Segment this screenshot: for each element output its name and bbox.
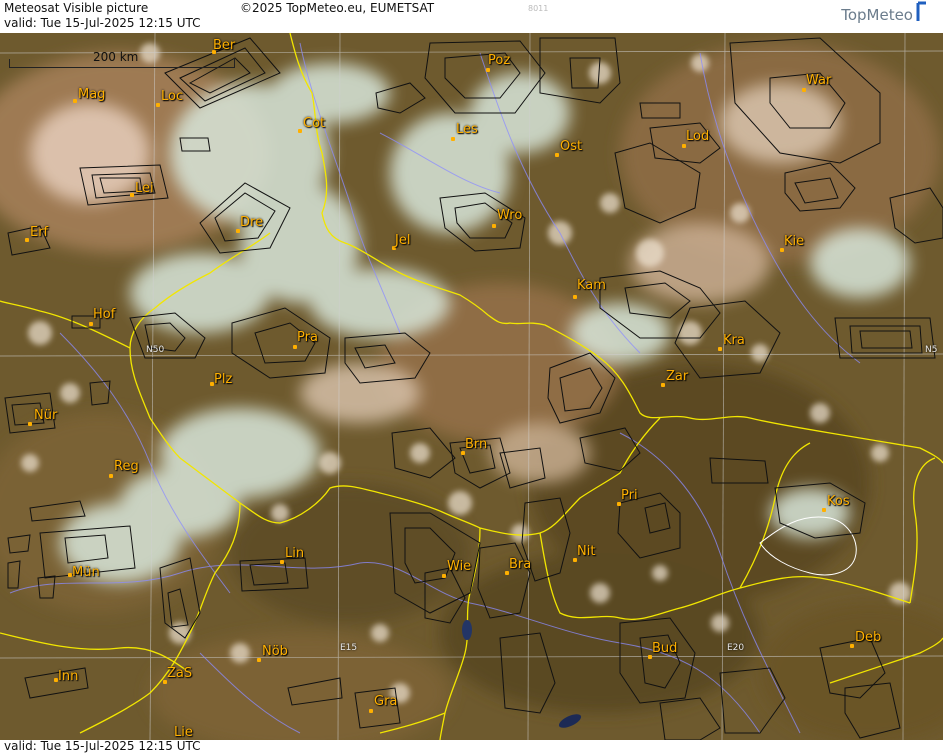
- city-label[interactable]: Lin: [285, 546, 304, 561]
- city-marker: [73, 99, 77, 103]
- valid-time: valid: Tue 15-Jul-2025 12:15 UTC: [4, 16, 201, 30]
- city-label[interactable]: Loc: [161, 89, 183, 104]
- city-label[interactable]: Kos: [827, 494, 850, 509]
- city-marker: [130, 193, 134, 197]
- city-marker: [257, 658, 261, 662]
- longitude-label: E15: [340, 643, 358, 653]
- city-label[interactable]: Kie: [784, 234, 804, 249]
- city-marker: [369, 709, 373, 713]
- city-label[interactable]: Plz: [214, 372, 232, 387]
- city-label[interactable]: Bra: [509, 557, 531, 572]
- city-label[interactable]: Lei: [135, 181, 154, 196]
- logo-mark-icon: [916, 1, 926, 21]
- city-marker: [28, 422, 32, 426]
- city-label[interactable]: Hof: [93, 307, 115, 322]
- city-marker: [109, 474, 113, 478]
- latitude-label: N5: [925, 345, 938, 355]
- scale-bar: 200 km: [9, 50, 235, 69]
- city-label[interactable]: Mag: [78, 87, 105, 102]
- city-label[interactable]: Jel: [395, 233, 410, 248]
- scale-label: 200 km: [93, 50, 139, 64]
- product-title: Meteosat Visible picture: [4, 1, 149, 15]
- image-code: 8011: [528, 4, 549, 13]
- city-label[interactable]: Gra: [374, 694, 397, 709]
- lake-neusiedl: [462, 620, 472, 640]
- footer-bar: valid: Tue 15-Jul-2025 12:15 UTC: [0, 739, 943, 754]
- city-marker: [802, 88, 806, 92]
- city-marker: [661, 383, 665, 387]
- city-marker: [555, 153, 559, 157]
- city-label[interactable]: Inn: [58, 669, 78, 684]
- city-label[interactable]: Lie: [174, 725, 193, 740]
- city-label[interactable]: Cot: [303, 116, 325, 131]
- footer-valid-time: valid: Tue 15-Jul-2025 12:15 UTC: [4, 739, 201, 753]
- city-marker: [486, 68, 490, 72]
- city-label[interactable]: Poz: [488, 53, 510, 68]
- map-viewer: 200 km Ber Poz War Mag Loc Cot Les Ost L…: [0, 0, 943, 754]
- city-label[interactable]: Kra: [723, 333, 745, 348]
- city-marker: [156, 103, 160, 107]
- city-marker: [822, 508, 826, 512]
- city-marker: [451, 137, 455, 141]
- city-label[interactable]: Wro: [497, 208, 522, 223]
- city-label[interactable]: Nit: [577, 544, 595, 559]
- city-label[interactable]: War: [806, 73, 831, 88]
- city-label[interactable]: ZaS: [167, 666, 192, 681]
- topmeteo-logo[interactable]: TopMeteo: [841, 1, 929, 24]
- city-marker: [492, 224, 496, 228]
- city-marker: [89, 322, 93, 326]
- city-label[interactable]: Les: [456, 122, 478, 137]
- city-marker: [442, 574, 446, 578]
- city-label[interactable]: Lod: [686, 129, 709, 144]
- city-marker: [850, 644, 854, 648]
- city-label[interactable]: Brn: [465, 437, 487, 452]
- city-label[interactable]: Nür: [34, 408, 57, 423]
- satellite-map[interactable]: 200 km Ber Poz War Mag Loc Cot Les Ost L…: [0, 33, 943, 740]
- header-bar: Meteosat Visible picture ©2025 TopMeteo.…: [0, 0, 943, 33]
- latitude-label: N50: [146, 345, 165, 355]
- city-label[interactable]: Mün: [72, 565, 100, 580]
- city-marker: [293, 345, 297, 349]
- copyright-text: ©2025 TopMeteo.eu, EUMETSAT: [240, 1, 435, 15]
- city-label[interactable]: Zar: [666, 369, 688, 384]
- city-marker: [573, 295, 577, 299]
- city-label[interactable]: Bud: [652, 641, 677, 656]
- longitude-label: E20: [727, 643, 745, 653]
- city-marker: [682, 144, 686, 148]
- logo-text: TopMeteo: [841, 6, 913, 24]
- city-label[interactable]: Pri: [621, 488, 638, 503]
- city-label[interactable]: Reg: [114, 459, 139, 474]
- city-marker: [298, 129, 302, 133]
- city-label[interactable]: Pra: [297, 330, 318, 345]
- city-label[interactable]: Deb: [855, 630, 881, 645]
- city-marker: [280, 560, 284, 564]
- city-label[interactable]: Wie: [447, 559, 471, 574]
- city-marker: [25, 238, 29, 242]
- city-label[interactable]: Dre: [240, 215, 263, 230]
- city-marker: [718, 347, 722, 351]
- satellite-image: [0, 33, 943, 740]
- city-label[interactable]: Ost: [560, 139, 582, 154]
- city-label[interactable]: Kam: [577, 278, 606, 293]
- city-label[interactable]: Erf: [30, 225, 48, 240]
- city-label[interactable]: Ber: [213, 38, 235, 53]
- city-label[interactable]: Nöb: [262, 644, 288, 659]
